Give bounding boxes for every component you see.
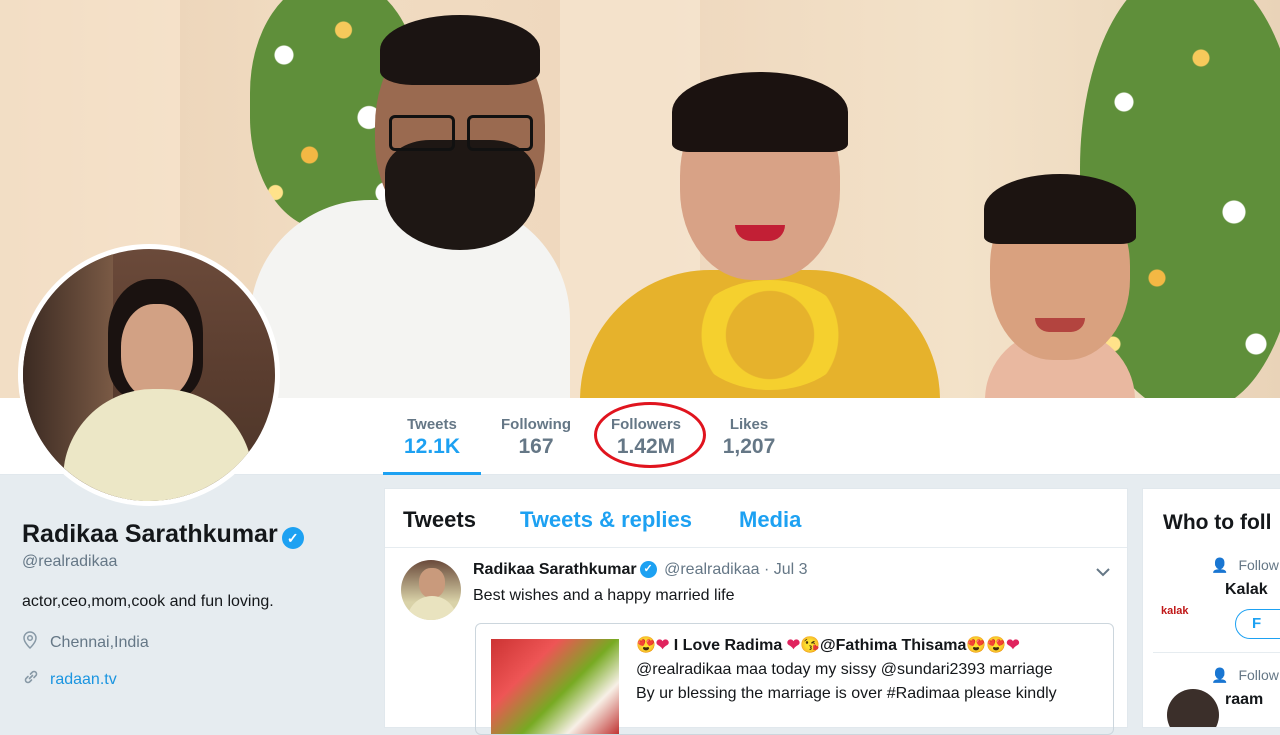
avatar-face [121, 304, 193, 399]
suggested-account-avatar[interactable] [1167, 689, 1219, 727]
red-heart-emoji-icon: ❤ [786, 637, 801, 654]
red-heart-emoji-icon: ❤ [655, 637, 670, 654]
quoted-tweet-line-2: By ur blessing the marriage is over #Rad… [636, 685, 1057, 702]
divider [1153, 652, 1280, 653]
kiss-emoji-icon: 😘 [800, 637, 821, 654]
stat-following-label: Following [501, 416, 571, 433]
suggested-account-name[interactable]: raam [1225, 691, 1263, 709]
quoted-tweet-title: 😍❤ I Love Radima ❤😘@Fathima Thisama😍😍❤ [636, 635, 1020, 655]
follow-button[interactable]: F [1235, 609, 1280, 639]
tweet-author-avatar[interactable] [401, 560, 461, 620]
stat-likes-value: 1,207 [722, 435, 776, 458]
red-heart-emoji-icon: ❤ [1006, 637, 1020, 654]
stat-tweets[interactable]: Tweets 12.1K [383, 398, 481, 475]
follows-row: 👤 Follow [1211, 557, 1279, 574]
quoted-tweet-image[interactable] [491, 639, 619, 734]
tab-tweets-and-replies[interactable]: Tweets & replies [520, 507, 692, 533]
timeline-tabs: Tweets Tweets & replies Media [385, 489, 1127, 548]
timeline-panel: Tweets Tweets & replies Media Radikaa Sa… [384, 488, 1128, 735]
profile-location: Chennai,India [50, 633, 149, 651]
who-to-follow-panel: Who to foll 👤 Follow Kalak kalak F 👤 Follo… [1142, 488, 1280, 728]
heart-eyes-emoji-icon: 😍😍 [966, 637, 1007, 654]
follows-label: Follow [1238, 557, 1279, 573]
profile-location-row: Chennai,India [22, 631, 362, 654]
followers-highlight-circle [594, 402, 706, 468]
who-to-follow-title: Who to foll [1163, 511, 1272, 534]
profile-name[interactable]: Radikaa Sarathkumar [22, 520, 278, 549]
tweet-date[interactable]: Jul 3 [774, 561, 808, 578]
heart-eyes-emoji-icon: 😍 [636, 637, 656, 654]
tab-tweets[interactable]: Tweets [403, 507, 476, 533]
verified-badge-icon: ✓ [639, 561, 657, 579]
suggested-account-name[interactable]: Kalak [1225, 581, 1268, 599]
quoted-tweet-mention: @Fathima Thisama [820, 637, 967, 654]
quoted-tweet[interactable]: 😍❤ I Love Radima ❤😘@Fathima Thisama😍😍❤ @… [475, 623, 1114, 735]
tab-media[interactable]: Media [739, 507, 801, 533]
verified-badge-icon: ✓ [281, 526, 304, 549]
profile-handle[interactable]: @realradikaa [22, 553, 362, 571]
link-icon [22, 668, 42, 691]
tweet-text: Best wishes and a happy married life [473, 587, 735, 604]
suggested-account-logo[interactable]: kalak [1161, 605, 1189, 617]
tweet-author-handle[interactable]: @realradikaa [664, 561, 759, 578]
person-icon: 👤 [1211, 667, 1229, 683]
stat-tweets-value: 12.1K [403, 435, 461, 458]
stat-likes[interactable]: Likes 1,207 [712, 398, 786, 472]
person-bride-head [672, 72, 848, 280]
location-pin-icon [22, 631, 42, 654]
stat-following[interactable]: Following 167 [492, 398, 580, 472]
quoted-tweet-title-text: I Love Radima [673, 637, 783, 654]
stat-tweets-label: Tweets [407, 416, 457, 433]
tweet-header: Radikaa Sarathkumar ✓ @realradikaa · Jul … [473, 561, 808, 579]
chevron-down-icon[interactable] [1095, 561, 1111, 582]
person-woman-head [984, 174, 1136, 360]
person-man-head [375, 15, 545, 250]
person-icon: 👤 [1211, 557, 1229, 573]
tweet-separator: · [763, 561, 770, 578]
profile-website-row: radaan.tv [22, 668, 362, 691]
profile-card: Radikaa Sarathkumar ✓ @realradikaa actor,… [22, 520, 362, 691]
profile-avatar[interactable] [18, 244, 280, 506]
flower-garland [690, 280, 850, 390]
profile-bio: actor,ceo,mom,cook and fun loving. [22, 593, 274, 610]
stat-following-value: 167 [518, 435, 554, 458]
tweet-author-name[interactable]: Radikaa Sarathkumar [473, 561, 637, 578]
follows-label: Follow [1238, 667, 1279, 683]
follows-row: 👤 Follow [1211, 667, 1279, 684]
tweet-item[interactable]: Radikaa Sarathkumar ✓ @realradikaa · Jul … [385, 547, 1127, 735]
stat-likes-label: Likes [729, 416, 769, 433]
profile-website-link[interactable]: radaan.tv [50, 671, 117, 689]
quoted-tweet-line-1: @realradikaa maa today my sissy @sundari… [636, 661, 1053, 678]
